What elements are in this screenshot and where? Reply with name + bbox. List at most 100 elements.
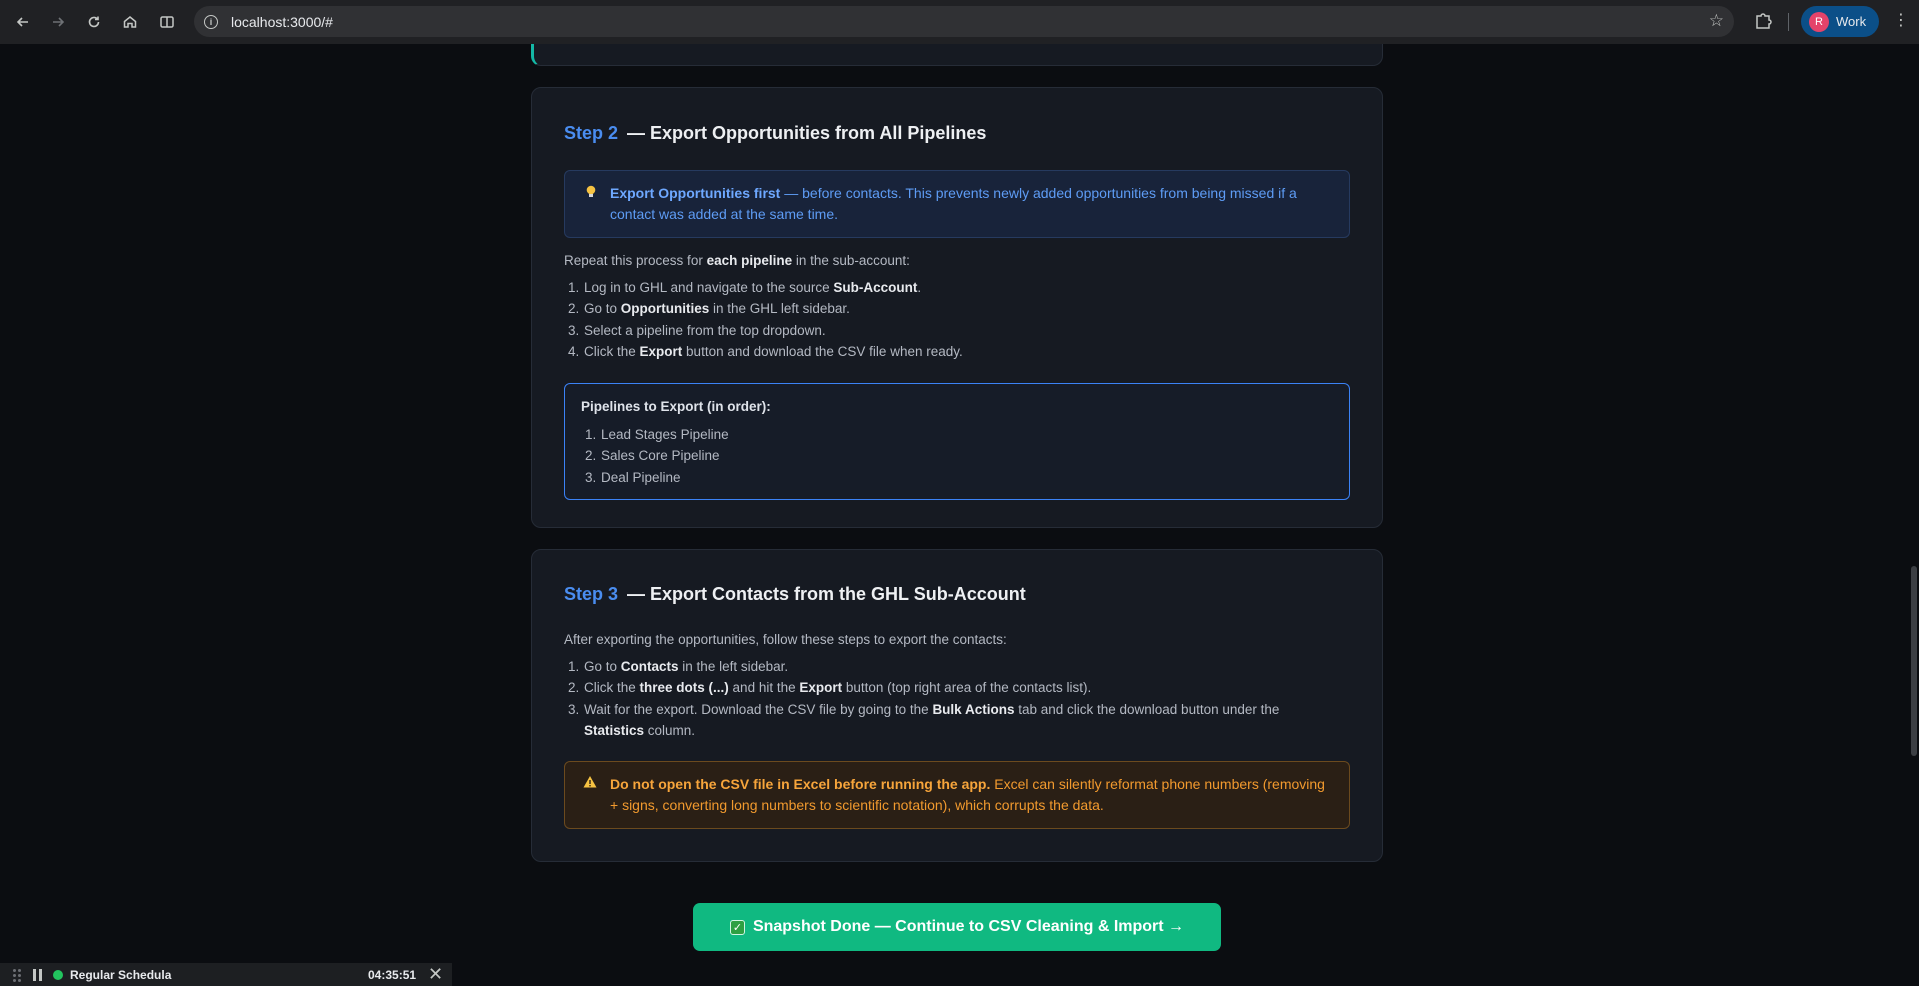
item-number: 1. xyxy=(585,427,597,442)
item-number: 3. xyxy=(568,701,580,717)
item-bold: Sub-Account xyxy=(833,280,918,295)
close-icon[interactable]: ✕ xyxy=(428,965,443,983)
step-3-intro: After exporting the opportunities, follo… xyxy=(564,632,1007,647)
info-callout-bold: Export Opportunities first xyxy=(610,185,781,201)
item-text-end: in the GHL left sidebar. xyxy=(709,301,850,317)
info-callout-text: Export Opportunities first — before cont… xyxy=(610,183,1331,225)
warning-bold: Do not open the CSV file in Excel before… xyxy=(610,776,991,792)
pause-icon[interactable] xyxy=(33,968,42,981)
item-text: Log in to GHL and navigate to the source xyxy=(584,280,834,295)
browser-menu-icon[interactable]: ⋮ xyxy=(1893,10,1909,30)
item-text-end: in the left sidebar. xyxy=(678,659,789,674)
list-item: 3. Wait for the export. Download the CSV … xyxy=(564,699,1350,742)
intro-text: Repeat this process for xyxy=(564,253,707,268)
info-callout: Export Opportunities first — before cont… xyxy=(564,170,1350,238)
item-number: 2. xyxy=(585,448,597,464)
item-number: 2. xyxy=(568,680,580,696)
forward-icon[interactable] xyxy=(43,7,73,37)
checkmark-icon: ✓ xyxy=(729,919,745,935)
step-2-instructions: 1. Log in to GHL and navigate to the sour… xyxy=(564,277,1350,362)
home-icon[interactable] xyxy=(115,7,145,37)
profile-label: Work xyxy=(1836,14,1867,29)
warning-callout: Do not open the CSV file in Excel before… xyxy=(564,761,1350,829)
pipeline-name: Lead Stages Pipeline xyxy=(601,427,729,442)
item-number: 1. xyxy=(568,280,580,295)
step-3-heading: Step 3 — Export Contacts from the GHL Sub… xyxy=(564,584,1026,605)
item-bold: Export xyxy=(639,343,683,359)
list-item: 1. Log in to GHL and navigate to the sour… xyxy=(564,277,1350,298)
scrollbar-thumb[interactable] xyxy=(1911,566,1917,756)
step-2-heading: Step 2 — Export Opportunities from All Pi… xyxy=(564,123,986,144)
continue-button-label: Snapshot Done — Continue to CSV Cleaning… xyxy=(752,918,1185,935)
pipeline-item: 3. Deal Pipeline xyxy=(581,467,729,488)
item-text-mid: and hit the xyxy=(728,680,800,696)
schedule-timer-bar: Regular Schedula 04:35:51 ✕ xyxy=(0,963,452,986)
item-number: 3. xyxy=(585,469,597,485)
reload-icon[interactable] xyxy=(79,7,109,37)
item-continuation: Statistics column. xyxy=(584,720,1350,741)
profile-button[interactable]: R Work xyxy=(1801,6,1879,37)
intro-text-end: in the sub-account: xyxy=(792,253,910,268)
page-viewport: Step 2 — Export Opportunities from All Pi… xyxy=(0,44,1919,986)
item-text: Go to xyxy=(584,301,621,317)
item-text-end: column. xyxy=(644,722,696,738)
browser-toolbar: i localhost:3000/# ☆ R Work ⋮ xyxy=(0,0,1919,44)
pipeline-name: Sales Core Pipeline xyxy=(601,448,720,464)
url-text: localhost:3000/# xyxy=(231,13,333,30)
list-item: 2. Go to Opportunities in the GHL left si… xyxy=(564,298,1350,319)
item-number: 1. xyxy=(568,659,580,674)
step-2-card: Step 2 — Export Opportunities from All Pi… xyxy=(531,87,1383,528)
timer-readout: 04:35:51 xyxy=(368,967,417,982)
item-text: Click the xyxy=(584,680,640,696)
previous-step-card xyxy=(531,44,1383,66)
item-number: 4. xyxy=(568,343,580,359)
continue-button[interactable]: ✓ Snapshot Done — Continue to CSV Cleani… xyxy=(693,903,1221,951)
step-3-card: Step 3 — Export Contacts from the GHL Sub… xyxy=(531,549,1383,862)
pipelines-list: 1. Lead Stages Pipeline 2. Sales Core Pipe… xyxy=(581,424,729,488)
warning-text: Do not open the CSV file in Excel before… xyxy=(610,774,1335,816)
step-number: Step 3 xyxy=(564,584,619,604)
item-text: Select a pipeline from the top dropdown. xyxy=(584,322,826,338)
item-text-end: button and download the CSV file when re… xyxy=(682,343,963,359)
step-title-text: — Export Opportunities from All Pipeline… xyxy=(627,123,987,143)
step-title-text: — Export Contacts from the GHL Sub-Accou… xyxy=(627,584,1026,604)
status-dot-icon xyxy=(53,969,63,980)
item-bold: Bulk Actions xyxy=(932,701,1015,717)
intro-bold: each pipeline xyxy=(706,253,793,268)
item-text-end: . xyxy=(917,280,922,295)
warning-icon xyxy=(583,775,597,789)
extensions-icon[interactable] xyxy=(1749,6,1777,42)
item-number: 2. xyxy=(568,301,580,317)
step-3-instructions: 1. Go to Contacts in the left sidebar. 2.… xyxy=(564,656,1350,741)
item-bold: Opportunities xyxy=(620,301,710,317)
step-2-intro: Repeat this process for each pipeline in… xyxy=(564,253,910,268)
item-number: 3. xyxy=(568,322,580,338)
list-item: 1. Go to Contacts in the left sidebar. xyxy=(564,656,1350,677)
pipeline-name: Deal Pipeline xyxy=(601,469,681,485)
item-text-mid: tab and click the download button under … xyxy=(1014,701,1280,717)
address-bar[interactable]: i localhost:3000/# ☆ xyxy=(194,6,1734,37)
split-view-icon[interactable] xyxy=(152,7,182,37)
toolbar-divider xyxy=(1788,13,1789,31)
item-text: Click the xyxy=(584,343,640,359)
lightbulb-icon xyxy=(585,185,597,202)
item-bold: Contacts xyxy=(620,659,679,674)
step-number: Step 2 xyxy=(564,123,619,143)
item-text-end: button (top right area of the contacts l… xyxy=(842,680,1092,696)
item-bold: Statistics xyxy=(584,722,645,738)
bookmark-star-icon[interactable]: ☆ xyxy=(1709,11,1724,31)
pipeline-item: 1. Lead Stages Pipeline xyxy=(581,424,729,445)
pipeline-item: 2. Sales Core Pipeline xyxy=(581,445,729,466)
drag-handle-icon[interactable] xyxy=(13,968,21,982)
list-item: 4. Click the Export button and download t… xyxy=(564,341,1350,362)
back-icon[interactable] xyxy=(8,7,38,37)
site-info-icon[interactable]: i xyxy=(204,14,218,29)
pipelines-title: Pipelines to Export (in order): xyxy=(581,399,771,414)
schedule-label: Regular Schedula xyxy=(70,967,172,982)
list-item: 2. Click the three dots (...) and hit the… xyxy=(564,677,1350,698)
item-bold: three dots (...) xyxy=(639,680,729,696)
list-item: 3. Select a pipeline from the top dropdow… xyxy=(564,320,1350,341)
item-bold: Export xyxy=(799,680,843,696)
item-text: Go to xyxy=(584,659,621,674)
item-text: Wait for the export. Download the CSV fi… xyxy=(584,701,933,717)
